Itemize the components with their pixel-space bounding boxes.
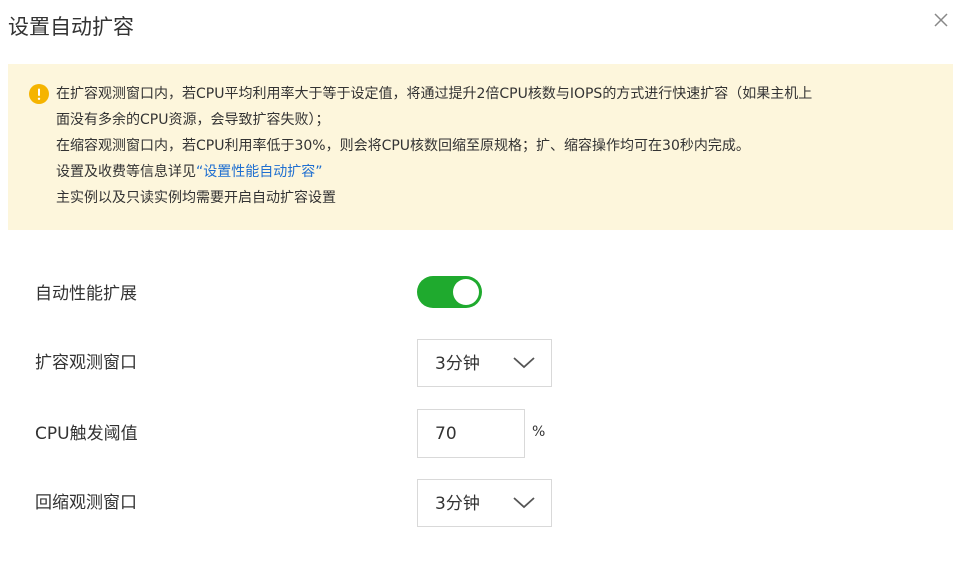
notice-line: 面没有多余的CPU资源，会导致扩容失败）；	[56, 112, 330, 128]
notice-doc-line: 设置及收费等信息详见“设置性能自动扩容”	[56, 159, 936, 185]
notice-banner: 在扩容观测窗口内，若CPU平均利用率大于等于设定值，将通过提升2倍CPU核数与I…	[8, 64, 953, 230]
notice-doc-prefix: 设置及收费等信息详见	[56, 164, 196, 180]
scale-up-window-label: 扩容观测窗口	[35, 353, 137, 373]
scale-down-window-value: 3分钟	[435, 494, 480, 514]
scale-up-window-value: 3分钟	[435, 354, 480, 374]
toggle-knob	[453, 279, 479, 305]
auto-scale-label: 自动性能扩展	[35, 284, 137, 304]
auto-scale-toggle[interactable]	[417, 276, 482, 308]
scale-down-window-select[interactable]: 3分钟	[417, 479, 552, 527]
chevron-down-icon	[513, 497, 535, 509]
chevron-down-icon	[513, 357, 535, 369]
dialog-title: 设置自动扩容	[8, 15, 134, 39]
cpu-threshold-input[interactable]	[417, 409, 525, 458]
cpu-threshold-label: CPU触发阈值	[35, 424, 138, 444]
notice-text: 在扩容观测窗口内，若CPU平均利用率大于等于设定值，将通过提升2倍CPU核数与I…	[56, 81, 936, 211]
scale-up-window-select[interactable]: 3分钟	[417, 339, 552, 387]
close-icon	[934, 13, 948, 27]
scale-down-window-label: 回缩观测窗口	[35, 493, 137, 513]
notice-line: 在缩容观测窗口内，若CPU利用率低于30%，则会将CPU核数回缩至原规格；扩、缩…	[56, 138, 750, 154]
warning-icon	[29, 84, 49, 104]
doc-link[interactable]: “设置性能自动扩容”	[196, 164, 323, 180]
cpu-threshold-unit: %	[532, 424, 546, 440]
notice-line: 主实例以及只读实例均需要开启自动扩容设置	[56, 190, 336, 206]
notice-line: 在扩容观测窗口内，若CPU平均利用率大于等于设定值，将通过提升2倍CPU核数与I…	[56, 86, 813, 102]
close-button[interactable]	[930, 9, 952, 31]
